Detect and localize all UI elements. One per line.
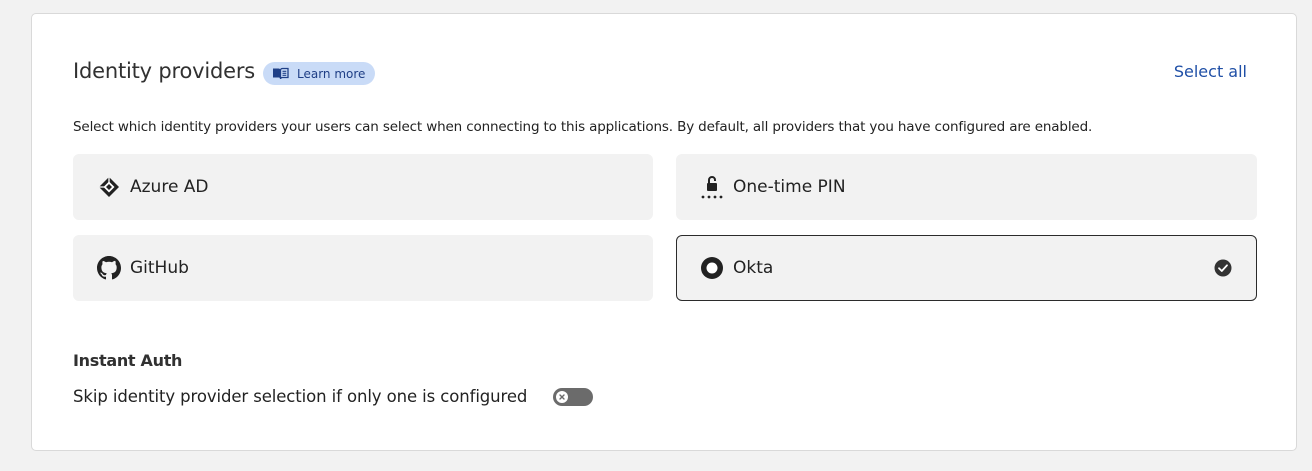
checkmark-circle-icon [1214,259,1232,277]
section-title: Identity providers [73,59,255,83]
provider-grid: Azure AD One-time PIN GitHub Okta [73,154,1257,301]
provider-tile-azure-ad[interactable]: Azure AD [73,154,653,220]
provider-label: One-time PIN [733,177,846,197]
skip-selection-row: Skip identity provider selection if only… [73,387,594,406]
skip-selection-toggle[interactable] [553,387,594,406]
learn-more-badge[interactable]: Learn more [263,62,376,85]
select-all-link[interactable]: Select all [1174,62,1247,81]
one-time-pin-icon [699,175,724,200]
provider-label: Azure AD [130,177,209,197]
provider-tile-github[interactable]: GitHub [73,235,653,301]
x-icon [559,393,565,400]
azure-ad-icon [96,175,121,200]
learn-more-label: Learn more [297,66,366,81]
skip-selection-label: Skip identity provider selection if only… [73,387,528,406]
description-text: Select which identity providers your use… [73,119,1093,135]
provider-label: GitHub [130,258,189,278]
okta-icon [699,256,724,281]
identity-providers-card: Identity providers Learn more Select all… [31,13,1297,451]
provider-tile-okta[interactable]: Okta [676,235,1257,301]
toggle-knob [556,390,569,403]
github-icon [96,256,121,281]
provider-label: Okta [733,258,774,278]
book-icon [272,67,289,80]
instant-auth-title: Instant Auth [73,351,183,370]
provider-tile-one-time-pin[interactable]: One-time PIN [676,154,1257,220]
